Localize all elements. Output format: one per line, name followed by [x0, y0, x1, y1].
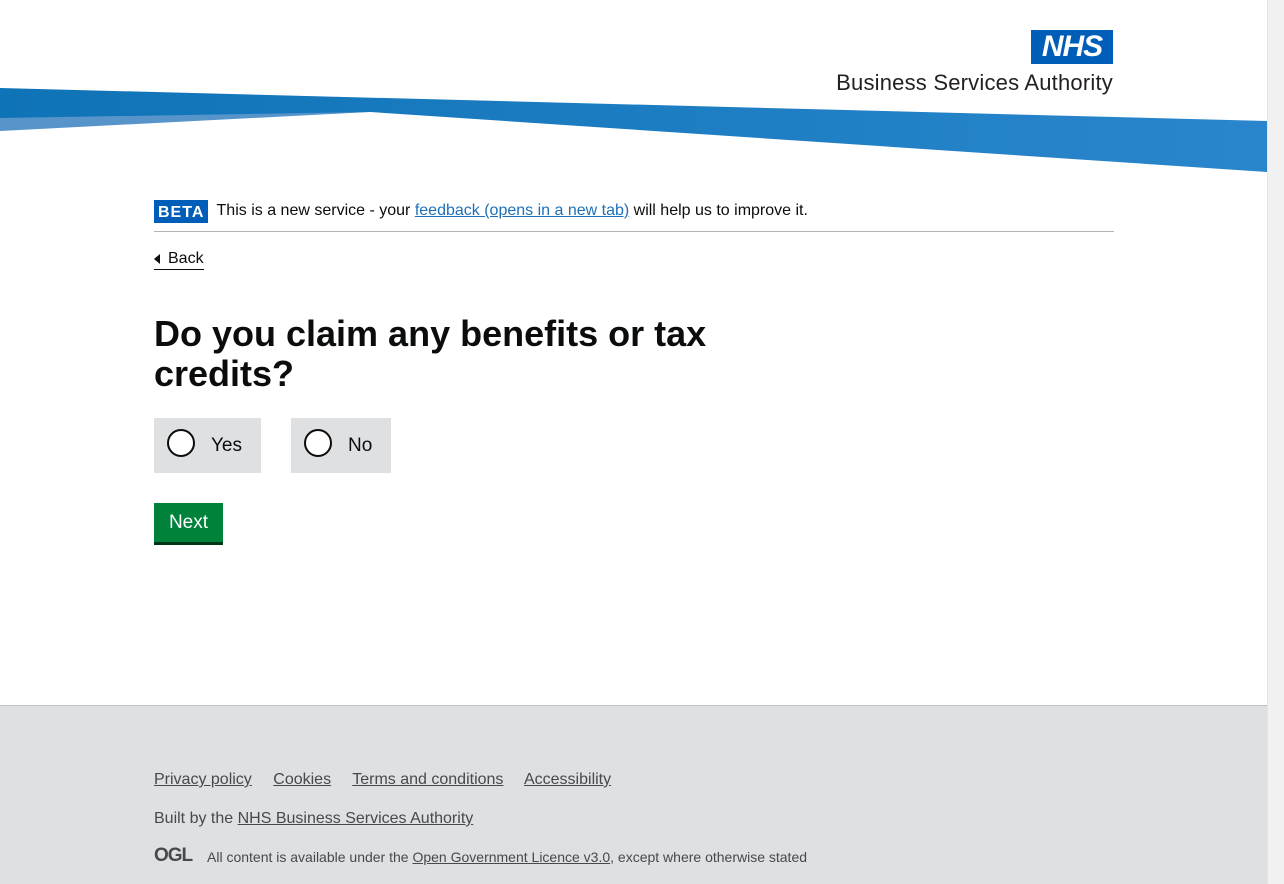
page-title: Do you claim any benefits or tax credits…	[154, 313, 707, 394]
site-footer: Privacy policy Cookies Terms and conditi…	[0, 705, 1267, 884]
site-header: NHS Business Services Authority	[0, 0, 1267, 180]
licence-prefix: All content is available under the	[207, 849, 409, 865]
beta-text-before: This is a new service - your	[216, 202, 411, 219]
footer-links: Privacy policy Cookies Terms and conditi…	[154, 770, 628, 790]
footer-link-cookies[interactable]: Cookies	[273, 771, 331, 788]
radio-circle-icon[interactable]	[167, 429, 195, 457]
nhsbsa-logo[interactable]: NHS Business Services Authority	[812, 30, 1113, 96]
built-by-link[interactable]: NHS Business Services Authority	[238, 810, 474, 827]
beta-text-after: will help us to improve it.	[633, 202, 808, 219]
footer-link-terms[interactable]: Terms and conditions	[352, 771, 503, 788]
built-by: Built by the NHS Business Services Autho…	[154, 809, 473, 829]
scrollbar[interactable]	[1267, 0, 1284, 884]
chevron-left-icon	[154, 254, 160, 264]
feedback-link[interactable]: feedback (opens in a new tab)	[415, 202, 629, 219]
beta-tag: BETA	[154, 200, 209, 223]
back-link[interactable]: Back	[154, 249, 204, 270]
licence-link[interactable]: Open Government Licence v3.0	[412, 849, 610, 865]
radio-yes-label: Yes	[211, 435, 242, 456]
next-button[interactable]: Next	[154, 503, 223, 542]
footer-link-accessibility[interactable]: Accessibility	[524, 771, 611, 788]
org-name: Business Services Authority	[836, 70, 1113, 95]
radio-circle-icon[interactable]	[304, 429, 332, 457]
footer-link-privacy[interactable]: Privacy policy	[154, 771, 252, 788]
built-by-prefix: Built by the	[154, 810, 234, 827]
licence-suffix: , except where otherwise stated	[610, 849, 808, 865]
licence-text: All content is available under the Open …	[207, 849, 807, 865]
back-link-label: Back	[168, 250, 204, 267]
beta-banner: BETA This is a new service - your feedba…	[154, 200, 1114, 232]
nhs-logo-mark: NHS	[1031, 30, 1113, 64]
page: NHS Business Services Authority BETA Thi…	[0, 0, 1267, 884]
radio-no-label: No	[348, 435, 373, 456]
radio-no[interactable]: No	[291, 418, 391, 473]
radio-yes[interactable]: Yes	[154, 418, 261, 473]
ogl-logo: OGL	[154, 845, 193, 866]
